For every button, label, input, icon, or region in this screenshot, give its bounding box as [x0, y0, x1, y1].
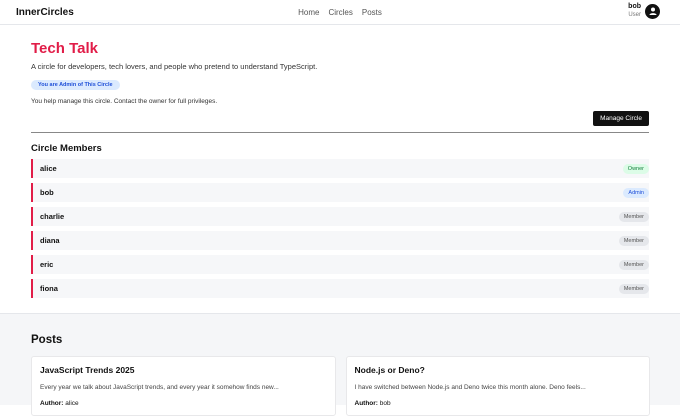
- member-name: diana: [40, 236, 60, 245]
- admin-status-badge: You are Admin of This Circle: [31, 80, 120, 90]
- posts-heading: Posts: [31, 334, 63, 346]
- user-role: User: [628, 12, 641, 18]
- posts-section: Posts JavaScript Trends 2025 Every year …: [0, 313, 680, 416]
- author-label: Author:: [354, 400, 378, 407]
- member-row-diana[interactable]: diana Member: [31, 231, 649, 250]
- author-name: bob: [379, 400, 391, 407]
- main-nav: Home Circles Posts: [0, 0, 680, 25]
- members-heading: Circle Members: [31, 143, 102, 154]
- posts-grid: JavaScript Trends 2025 Every year we tal…: [31, 356, 650, 416]
- role-badge-member: Member: [618, 259, 649, 270]
- user-name: bob: [628, 3, 641, 10]
- section-divider: [31, 132, 649, 133]
- post-card[interactable]: Node.js or Deno? I have switched between…: [345, 356, 650, 416]
- member-list: alice Owner bob Admin charlie Member dia…: [31, 159, 649, 298]
- role-badge-admin: Admin: [623, 187, 649, 198]
- member-row-fiona[interactable]: fiona Member: [31, 279, 649, 298]
- post-excerpt: Every year we talk about JavaScript tren…: [40, 384, 279, 391]
- member-row-charlie[interactable]: charlie Member: [31, 207, 649, 226]
- user-menu[interactable]: bob User: [628, 3, 660, 19]
- member-row-bob[interactable]: bob Admin: [31, 183, 649, 202]
- circle-header: Tech Talk A circle for developers, tech …: [0, 25, 680, 298]
- author-label: Author:: [40, 400, 64, 407]
- role-badge-member: Member: [618, 211, 649, 222]
- post-excerpt: I have switched between Node.js and Deno…: [354, 384, 586, 391]
- member-name: eric: [40, 260, 54, 269]
- admin-help-text: You help manage this circle. Contact the…: [31, 98, 218, 105]
- member-name: bob: [40, 188, 54, 197]
- manage-circle-button[interactable]: Manage Circle: [593, 111, 649, 126]
- member-row-eric[interactable]: eric Member: [31, 255, 649, 274]
- member-name: fiona: [40, 284, 58, 293]
- user-icon: [649, 7, 656, 15]
- role-badge-owner: Owner: [622, 163, 649, 174]
- user-info: bob User: [628, 3, 641, 19]
- brand-logo[interactable]: InnerCircles: [16, 7, 74, 18]
- post-title[interactable]: Node.js or Deno?: [355, 365, 642, 375]
- nav-posts-link[interactable]: Posts: [362, 8, 382, 17]
- page-title: Tech Talk: [31, 40, 98, 57]
- post-author: Author: alice: [40, 400, 327, 407]
- role-badge-member: Member: [618, 235, 649, 246]
- author-name: alice: [65, 400, 79, 407]
- role-badge-member: Member: [618, 283, 649, 294]
- manage-row: Manage Circle: [31, 111, 649, 126]
- member-row-alice[interactable]: alice Owner: [31, 159, 649, 178]
- post-author: Author: bob: [355, 400, 642, 407]
- post-card[interactable]: JavaScript Trends 2025 Every year we tal…: [31, 356, 336, 416]
- nav-home-link[interactable]: Home: [298, 8, 319, 17]
- top-navbar: InnerCircles Home Circles Posts bob User: [0, 0, 680, 25]
- nav-circles-link[interactable]: Circles: [328, 8, 352, 17]
- avatar[interactable]: [645, 3, 660, 19]
- member-name: alice: [40, 164, 57, 173]
- circle-description: A circle for developers, tech lovers, an…: [31, 62, 318, 71]
- member-name: charlie: [40, 212, 65, 221]
- post-title[interactable]: JavaScript Trends 2025: [40, 365, 327, 375]
